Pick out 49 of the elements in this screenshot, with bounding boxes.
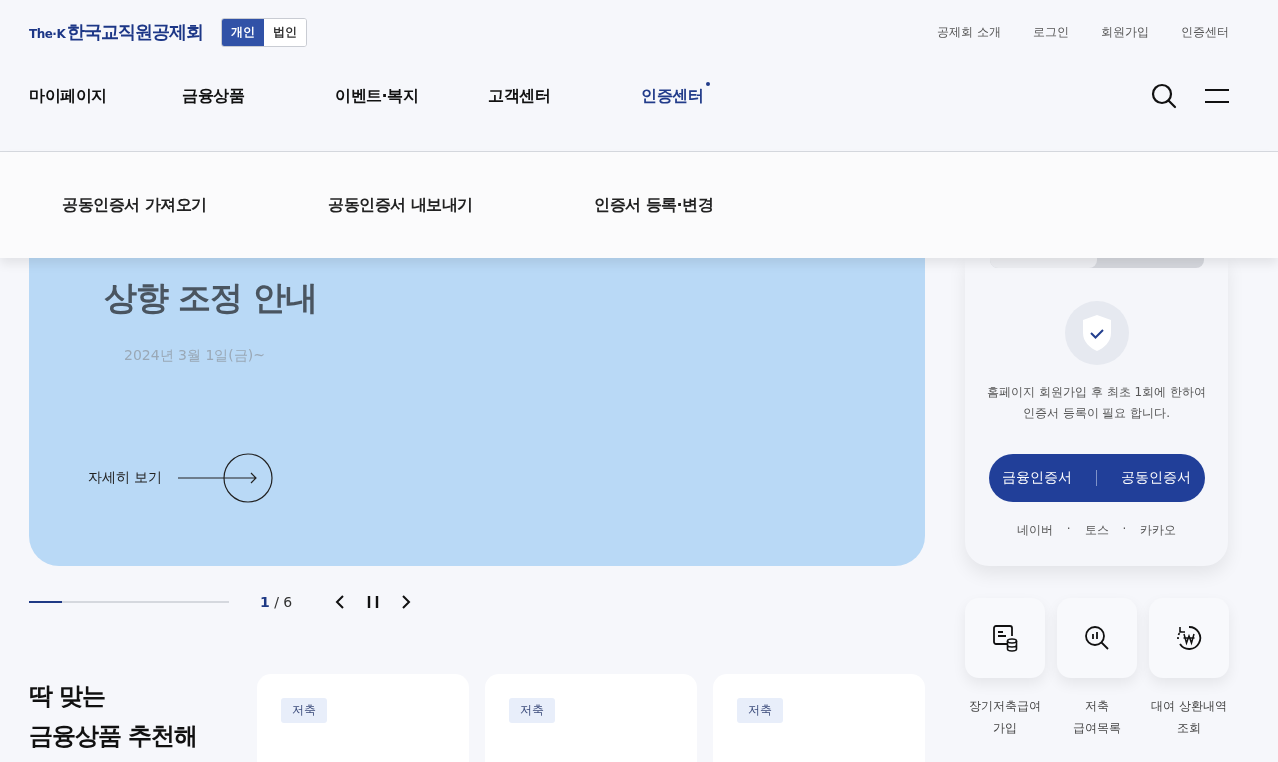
utility-link[interactable]: 공제회 소개 — [937, 23, 1001, 41]
product-card[interactable]: 저축 — [713, 674, 925, 762]
separator-dot: · — [1066, 522, 1071, 538]
certificate-message: 홈페이지 회원가입 후 최초 1회에 한하여 인증서 등록이 필요 합니다. — [987, 384, 1206, 422]
category-tag: 저축 — [737, 698, 783, 723]
certificate-button[interactable]: 공동인증서 — [1119, 465, 1194, 491]
menu-icon[interactable] — [1205, 89, 1229, 103]
prev-icon[interactable] — [335, 595, 346, 609]
member-type-tab[interactable]: 개인 — [222, 18, 265, 46]
submenu-item[interactable]: 공동인증서 내보내기 — [328, 194, 594, 216]
quick-menu-label: 저축 급여목록 — [1072, 698, 1122, 737]
next-icon[interactable] — [401, 595, 412, 609]
certificate-button[interactable]: 금융인증서 — [999, 465, 1074, 491]
auth-link[interactable]: 네이버 — [1016, 522, 1053, 539]
nav-item[interactable]: 이벤트·복지 — [335, 85, 488, 107]
product-card[interactable]: 저축 — [257, 674, 469, 762]
arrow-circle-icon[interactable] — [178, 453, 274, 503]
active-dot — [706, 81, 710, 86]
product-card[interactable]: 저축 — [485, 674, 697, 762]
nav-item[interactable]: 인증센터 — [641, 85, 703, 107]
search-icon[interactable] — [1151, 83, 1177, 109]
banner-date: 2024년 3월 1일(금)~ — [124, 347, 265, 365]
submenu-item[interactable]: 공동인증서 가져오기 — [62, 194, 328, 216]
section-heading: 딱 맞는 금융상품 추천해 — [29, 681, 199, 752]
nav-item[interactable]: 고객센터 — [488, 85, 641, 107]
logo[interactable]: The·K한국교직원공제회 — [29, 20, 204, 44]
banner-title: 상향 조정 안내 — [104, 277, 317, 319]
utility-link[interactable]: 회원가입 — [1101, 23, 1149, 41]
category-tag: 저축 — [509, 698, 555, 723]
slide-counter: 1 / 6 — [260, 594, 293, 610]
auth-link[interactable]: 토스 — [1084, 522, 1109, 539]
document-coins-icon — [992, 624, 1018, 652]
utility-link[interactable]: 로그인 — [1033, 23, 1069, 41]
nav-item[interactable]: 마이페이지 — [29, 85, 182, 107]
auth-link[interactable]: 카카오 — [1140, 522, 1177, 539]
won-refresh-icon — [1175, 624, 1203, 652]
utility-link[interactable]: 인증센터 — [1181, 23, 1229, 41]
separator-dot: · — [1122, 522, 1127, 538]
more-link[interactable]: 자세히 보기 — [88, 469, 163, 487]
chart-search-icon — [1084, 625, 1110, 651]
quick-menu-button[interactable] — [965, 598, 1045, 678]
quick-menu-label: 대여 상환내역 조회 — [1150, 698, 1228, 737]
shield-check-icon — [1064, 301, 1129, 365]
quick-menu-label: 장기저축급여 가입 — [968, 698, 1042, 737]
category-tag: 저축 — [281, 698, 327, 723]
nav-item[interactable]: 금융상품 — [182, 85, 335, 107]
quick-menu-button[interactable] — [1149, 598, 1229, 678]
submenu-item[interactable]: 인증서 등록·변경 — [594, 194, 860, 216]
pause-icon[interactable] — [367, 595, 380, 609]
